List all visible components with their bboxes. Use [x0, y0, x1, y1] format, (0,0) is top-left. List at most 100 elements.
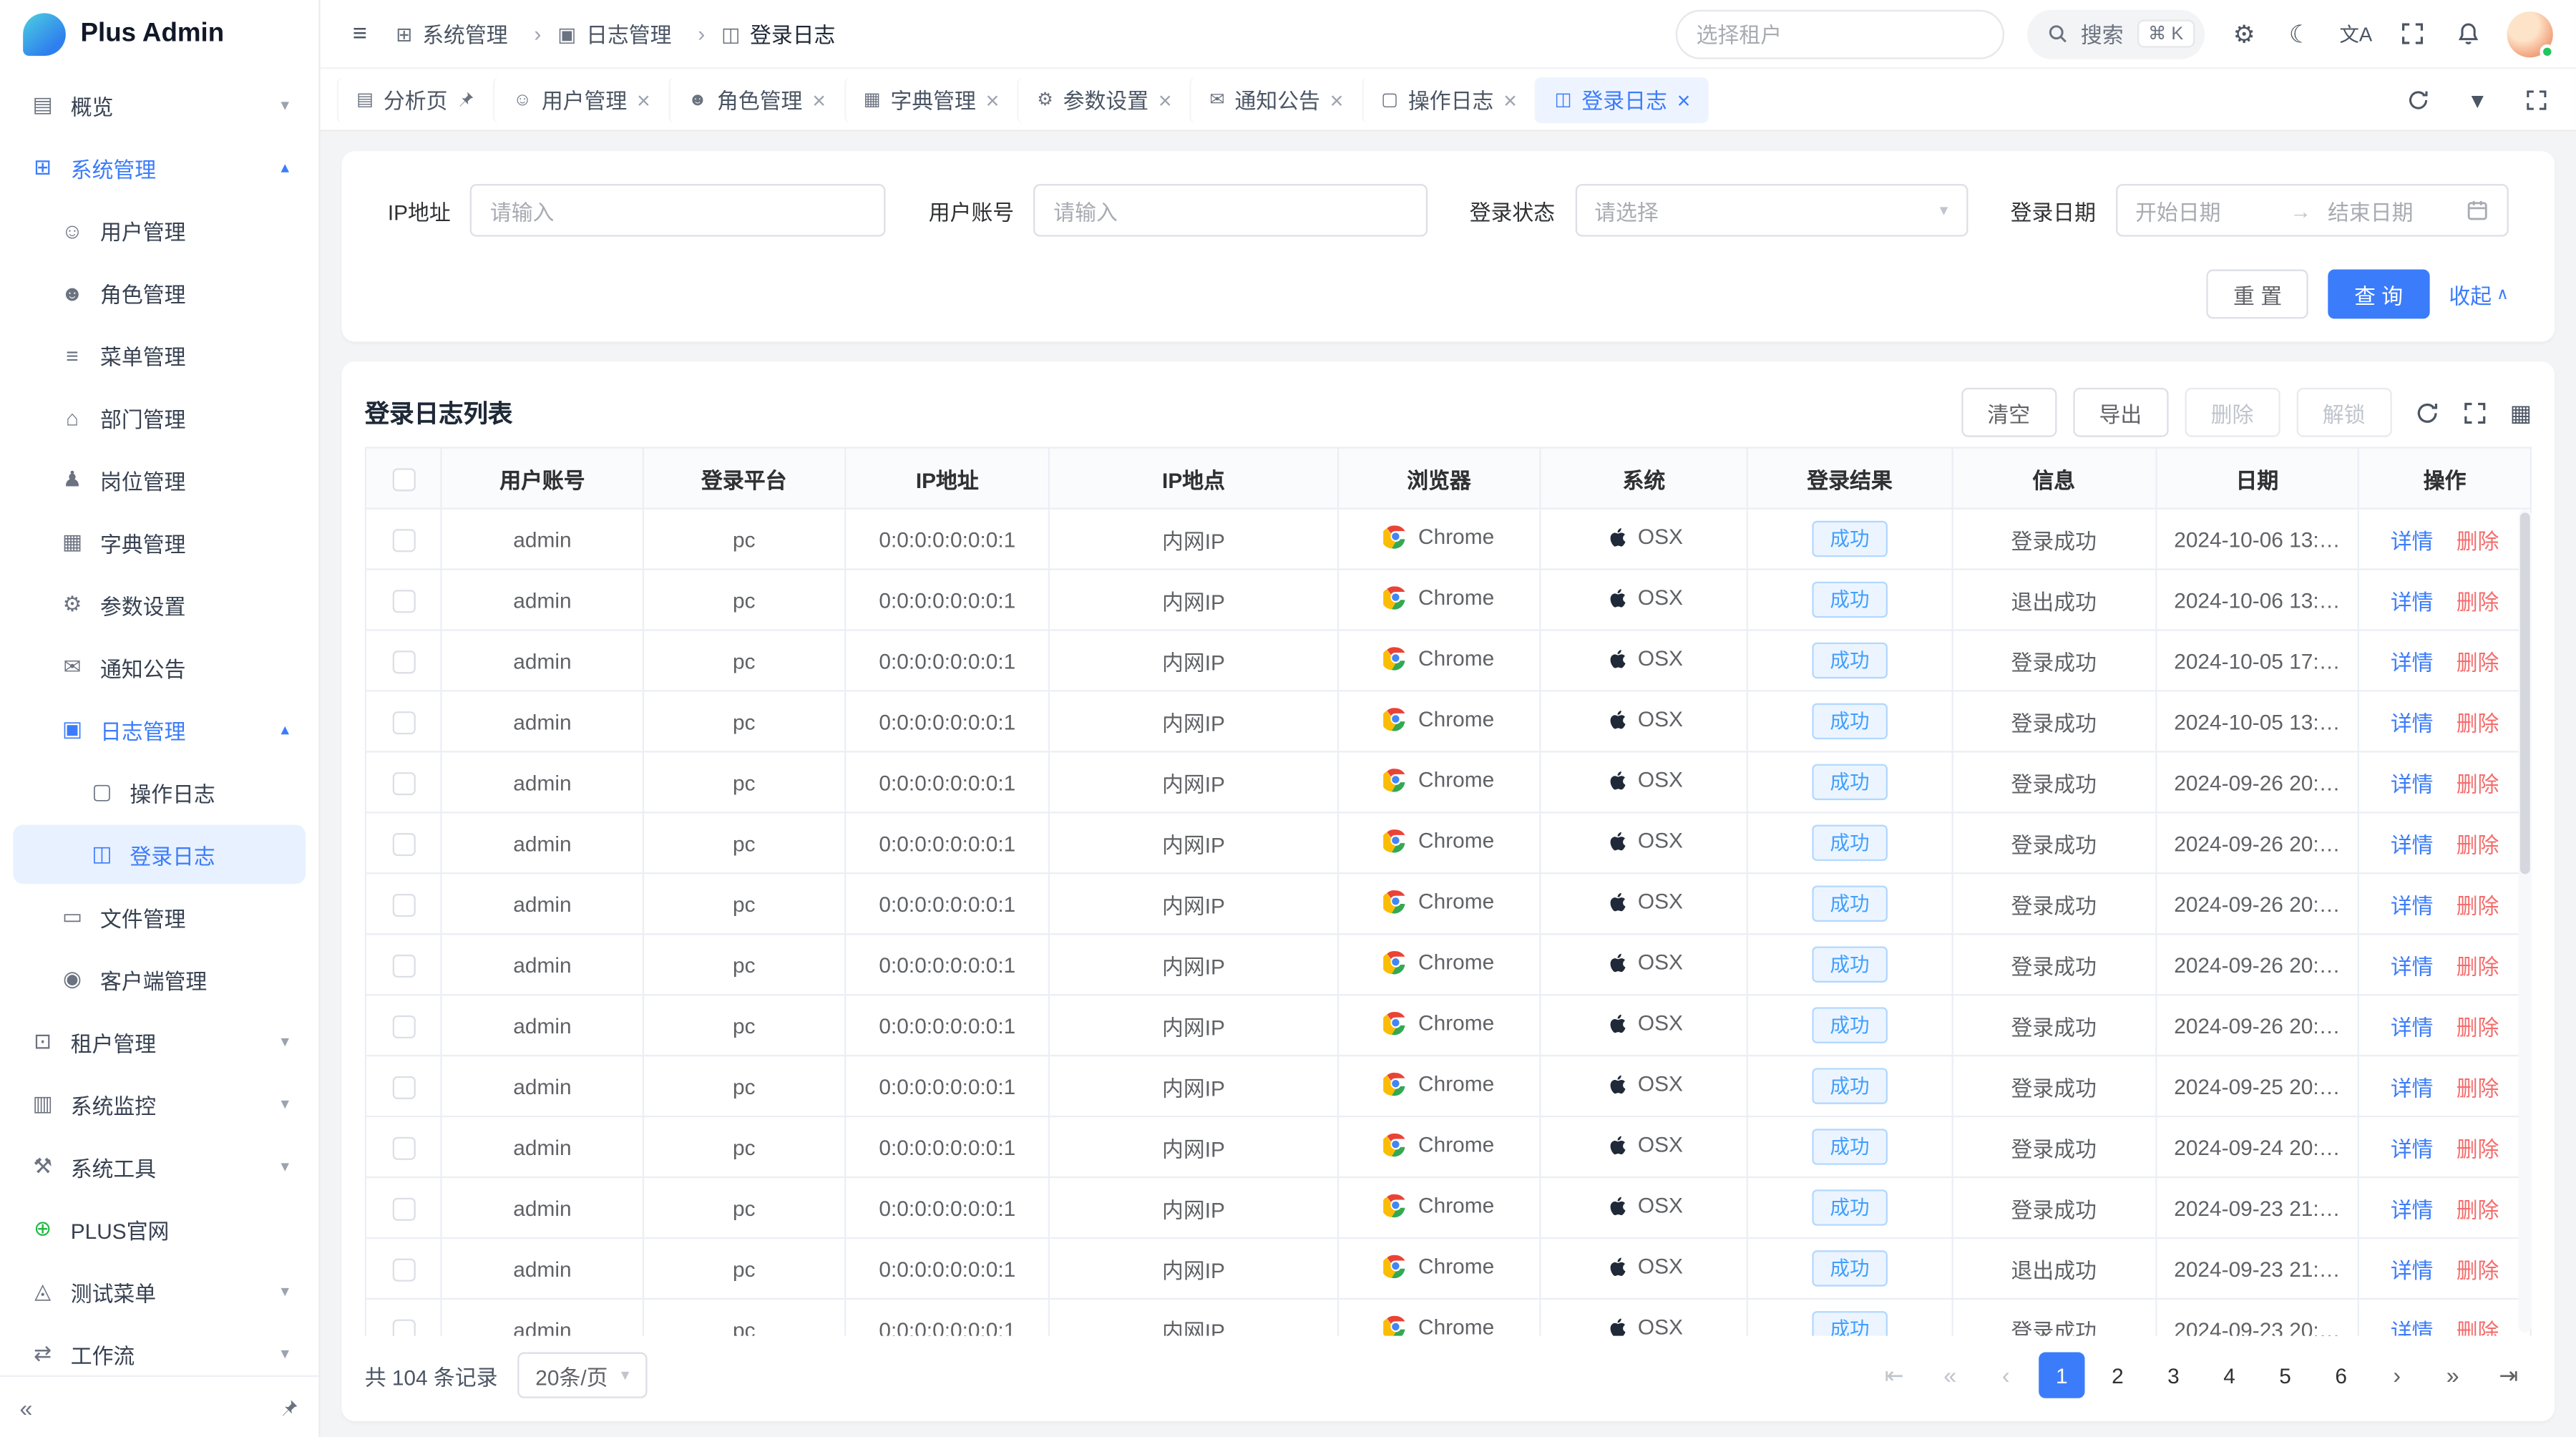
language-icon[interactable]: 文A [2339, 20, 2372, 48]
detail-link[interactable]: 详情 [2391, 1076, 2434, 1100]
refresh-icon[interactable] [2402, 88, 2435, 111]
close-icon[interactable]: × [1503, 88, 1517, 111]
account-input[interactable]: 请输入 [1034, 184, 1427, 236]
breadcrumb-item[interactable]: ⊞ 系统管理 [396, 18, 557, 49]
sidebar-item[interactable]: ⚒ 系统工具 ▾ [13, 1137, 306, 1197]
sidebar-item[interactable]: ◫ 登录日志 [13, 825, 306, 885]
pager-nav-button[interactable]: ⇥ [2486, 1353, 2532, 1398]
fullscreen-icon[interactable] [2395, 21, 2428, 46]
unlock-button[interactable]: 解锁 [2296, 388, 2391, 437]
detail-link[interactable]: 详情 [2391, 832, 2434, 857]
row-checkbox[interactable] [392, 1015, 415, 1038]
sidebar-item[interactable]: ▦ 字典管理 [13, 512, 306, 572]
tab[interactable]: ▢ 操作日志 × [1362, 77, 1535, 122]
row-checkbox[interactable] [392, 651, 415, 673]
delete-link[interactable]: 删除 [2457, 711, 2499, 735]
row-checkbox[interactable] [392, 529, 415, 552]
notifications-icon[interactable] [2451, 21, 2484, 46]
pin-icon[interactable] [279, 1398, 299, 1418]
page-button[interactable]: 1 [2039, 1353, 2084, 1398]
page-button[interactable]: 3 [2150, 1353, 2196, 1398]
sidebar-item[interactable]: ▭ 文件管理 [13, 887, 306, 947]
sidebar-item[interactable]: ▤ 概览 ▾ [13, 76, 306, 135]
fullscreen-icon[interactable] [2462, 400, 2487, 424]
sidebar-item[interactable]: ⊡ 租户管理 ▾ [13, 1012, 306, 1071]
delete-link[interactable]: 删除 [2457, 832, 2499, 857]
tenant-select[interactable]: 选择租户 [1675, 9, 2004, 59]
row-checkbox[interactable] [392, 711, 415, 734]
sidebar-item[interactable]: ⚙ 参数设置 [13, 575, 306, 635]
pager-nav-button[interactable]: ‹ [1983, 1353, 2029, 1398]
detail-link[interactable]: 详情 [2391, 1258, 2434, 1282]
delete-link[interactable]: 删除 [2457, 1258, 2499, 1282]
app-logo-row[interactable]: Plus Admin [0, 0, 318, 69]
sidebar-item[interactable]: ✉ 通知公告 [13, 638, 306, 697]
collapse-sidebar-icon[interactable]: « [20, 1394, 33, 1421]
detail-link[interactable]: 详情 [2391, 771, 2434, 796]
sidebar-item[interactable]: ▢ 操作日志 [13, 762, 306, 822]
delete-button[interactable]: 删除 [2185, 388, 2280, 437]
tab[interactable]: ☺ 用户管理 × [494, 77, 668, 122]
breadcrumb-item[interactable]: ▣ 日志管理 [557, 18, 721, 49]
collapse-filter-link[interactable]: 收起 ∧ [2449, 278, 2508, 310]
row-checkbox[interactable] [392, 1319, 415, 1335]
ip-input[interactable]: 请输入 [470, 184, 886, 236]
sidebar-item[interactable]: ◬ 测试菜单 ▾ [13, 1262, 306, 1321]
tab[interactable]: ☻ 角色管理 × [668, 77, 844, 122]
row-checkbox[interactable] [392, 1197, 415, 1220]
row-checkbox[interactable] [392, 954, 415, 977]
delete-link[interactable]: 删除 [2457, 1015, 2499, 1039]
page-button[interactable]: 4 [2206, 1353, 2252, 1398]
delete-link[interactable]: 删除 [2457, 589, 2499, 613]
delete-link[interactable]: 删除 [2457, 954, 2499, 978]
global-search-button[interactable]: 搜索 ⌘ K [2026, 9, 2205, 59]
close-icon[interactable]: × [812, 88, 826, 111]
row-checkbox[interactable] [392, 1076, 415, 1099]
detail-link[interactable]: 详情 [2391, 1015, 2434, 1039]
refresh-icon[interactable] [2414, 400, 2439, 424]
chevron-down-icon[interactable]: ▾ [2461, 84, 2494, 114]
status-select[interactable]: 请选择 ▾ [1575, 184, 1968, 236]
delete-link[interactable]: 删除 [2457, 1197, 2499, 1222]
tab[interactable]: ◫ 登录日志 × [1535, 77, 1708, 122]
query-button[interactable]: 查 询 [2328, 270, 2429, 319]
row-checkbox[interactable] [392, 1136, 415, 1159]
close-icon[interactable]: × [637, 88, 650, 111]
close-icon[interactable]: × [1330, 88, 1344, 111]
page-size-select[interactable]: 20条/页 ▾ [517, 1353, 648, 1398]
detail-link[interactable]: 详情 [2391, 528, 2434, 552]
pin-icon[interactable] [457, 90, 475, 108]
delete-link[interactable]: 删除 [2457, 893, 2499, 917]
pager-nav-button[interactable]: » [2430, 1353, 2476, 1398]
tab[interactable]: ⚙ 参数设置 × [1018, 77, 1190, 122]
detail-link[interactable]: 详情 [2391, 650, 2434, 674]
detail-link[interactable]: 详情 [2391, 893, 2434, 917]
sidebar-item[interactable]: ◉ 客户端管理 [13, 950, 306, 1009]
sidebar-item[interactable]: ⌂ 部门管理 [13, 388, 306, 447]
reset-button[interactable]: 重 置 [2207, 270, 2308, 319]
detail-link[interactable]: 详情 [2391, 1136, 2434, 1161]
pager-nav-button[interactable]: ⇤ [1871, 1353, 1917, 1398]
detail-link[interactable]: 详情 [2391, 1197, 2434, 1222]
sidebar-item[interactable]: ⊕ PLUS官网 [13, 1199, 306, 1259]
tab[interactable]: ▦ 字典管理 × [844, 77, 1017, 122]
detail-link[interactable]: 详情 [2391, 954, 2434, 978]
close-icon[interactable]: × [1158, 88, 1172, 111]
export-button[interactable]: 导出 [2073, 388, 2168, 437]
row-checkbox[interactable] [392, 893, 415, 916]
detail-link[interactable]: 详情 [2391, 589, 2434, 613]
row-checkbox[interactable] [392, 1258, 415, 1281]
page-button[interactable]: 2 [2094, 1353, 2140, 1398]
sidebar-item[interactable]: ⊞ 系统管理 ▴ [13, 138, 306, 198]
pager-nav-button[interactable]: « [1927, 1353, 1973, 1398]
row-checkbox[interactable] [392, 772, 415, 795]
page-button[interactable]: 5 [2262, 1353, 2308, 1398]
tab[interactable]: ▤ 分析页 [337, 77, 494, 122]
page-button[interactable]: 6 [2318, 1353, 2364, 1398]
scrollbar-track[interactable] [2519, 510, 2532, 1333]
dark-mode-icon[interactable]: ☾ [2283, 19, 2316, 48]
close-icon[interactable]: × [986, 88, 1000, 111]
sidebar-item[interactable]: ♟ 岗位管理 [13, 450, 306, 510]
sidebar-item[interactable]: ≡ 菜单管理 [13, 326, 306, 385]
sidebar-item[interactable]: ▥ 系统监控 ▾ [13, 1075, 306, 1134]
